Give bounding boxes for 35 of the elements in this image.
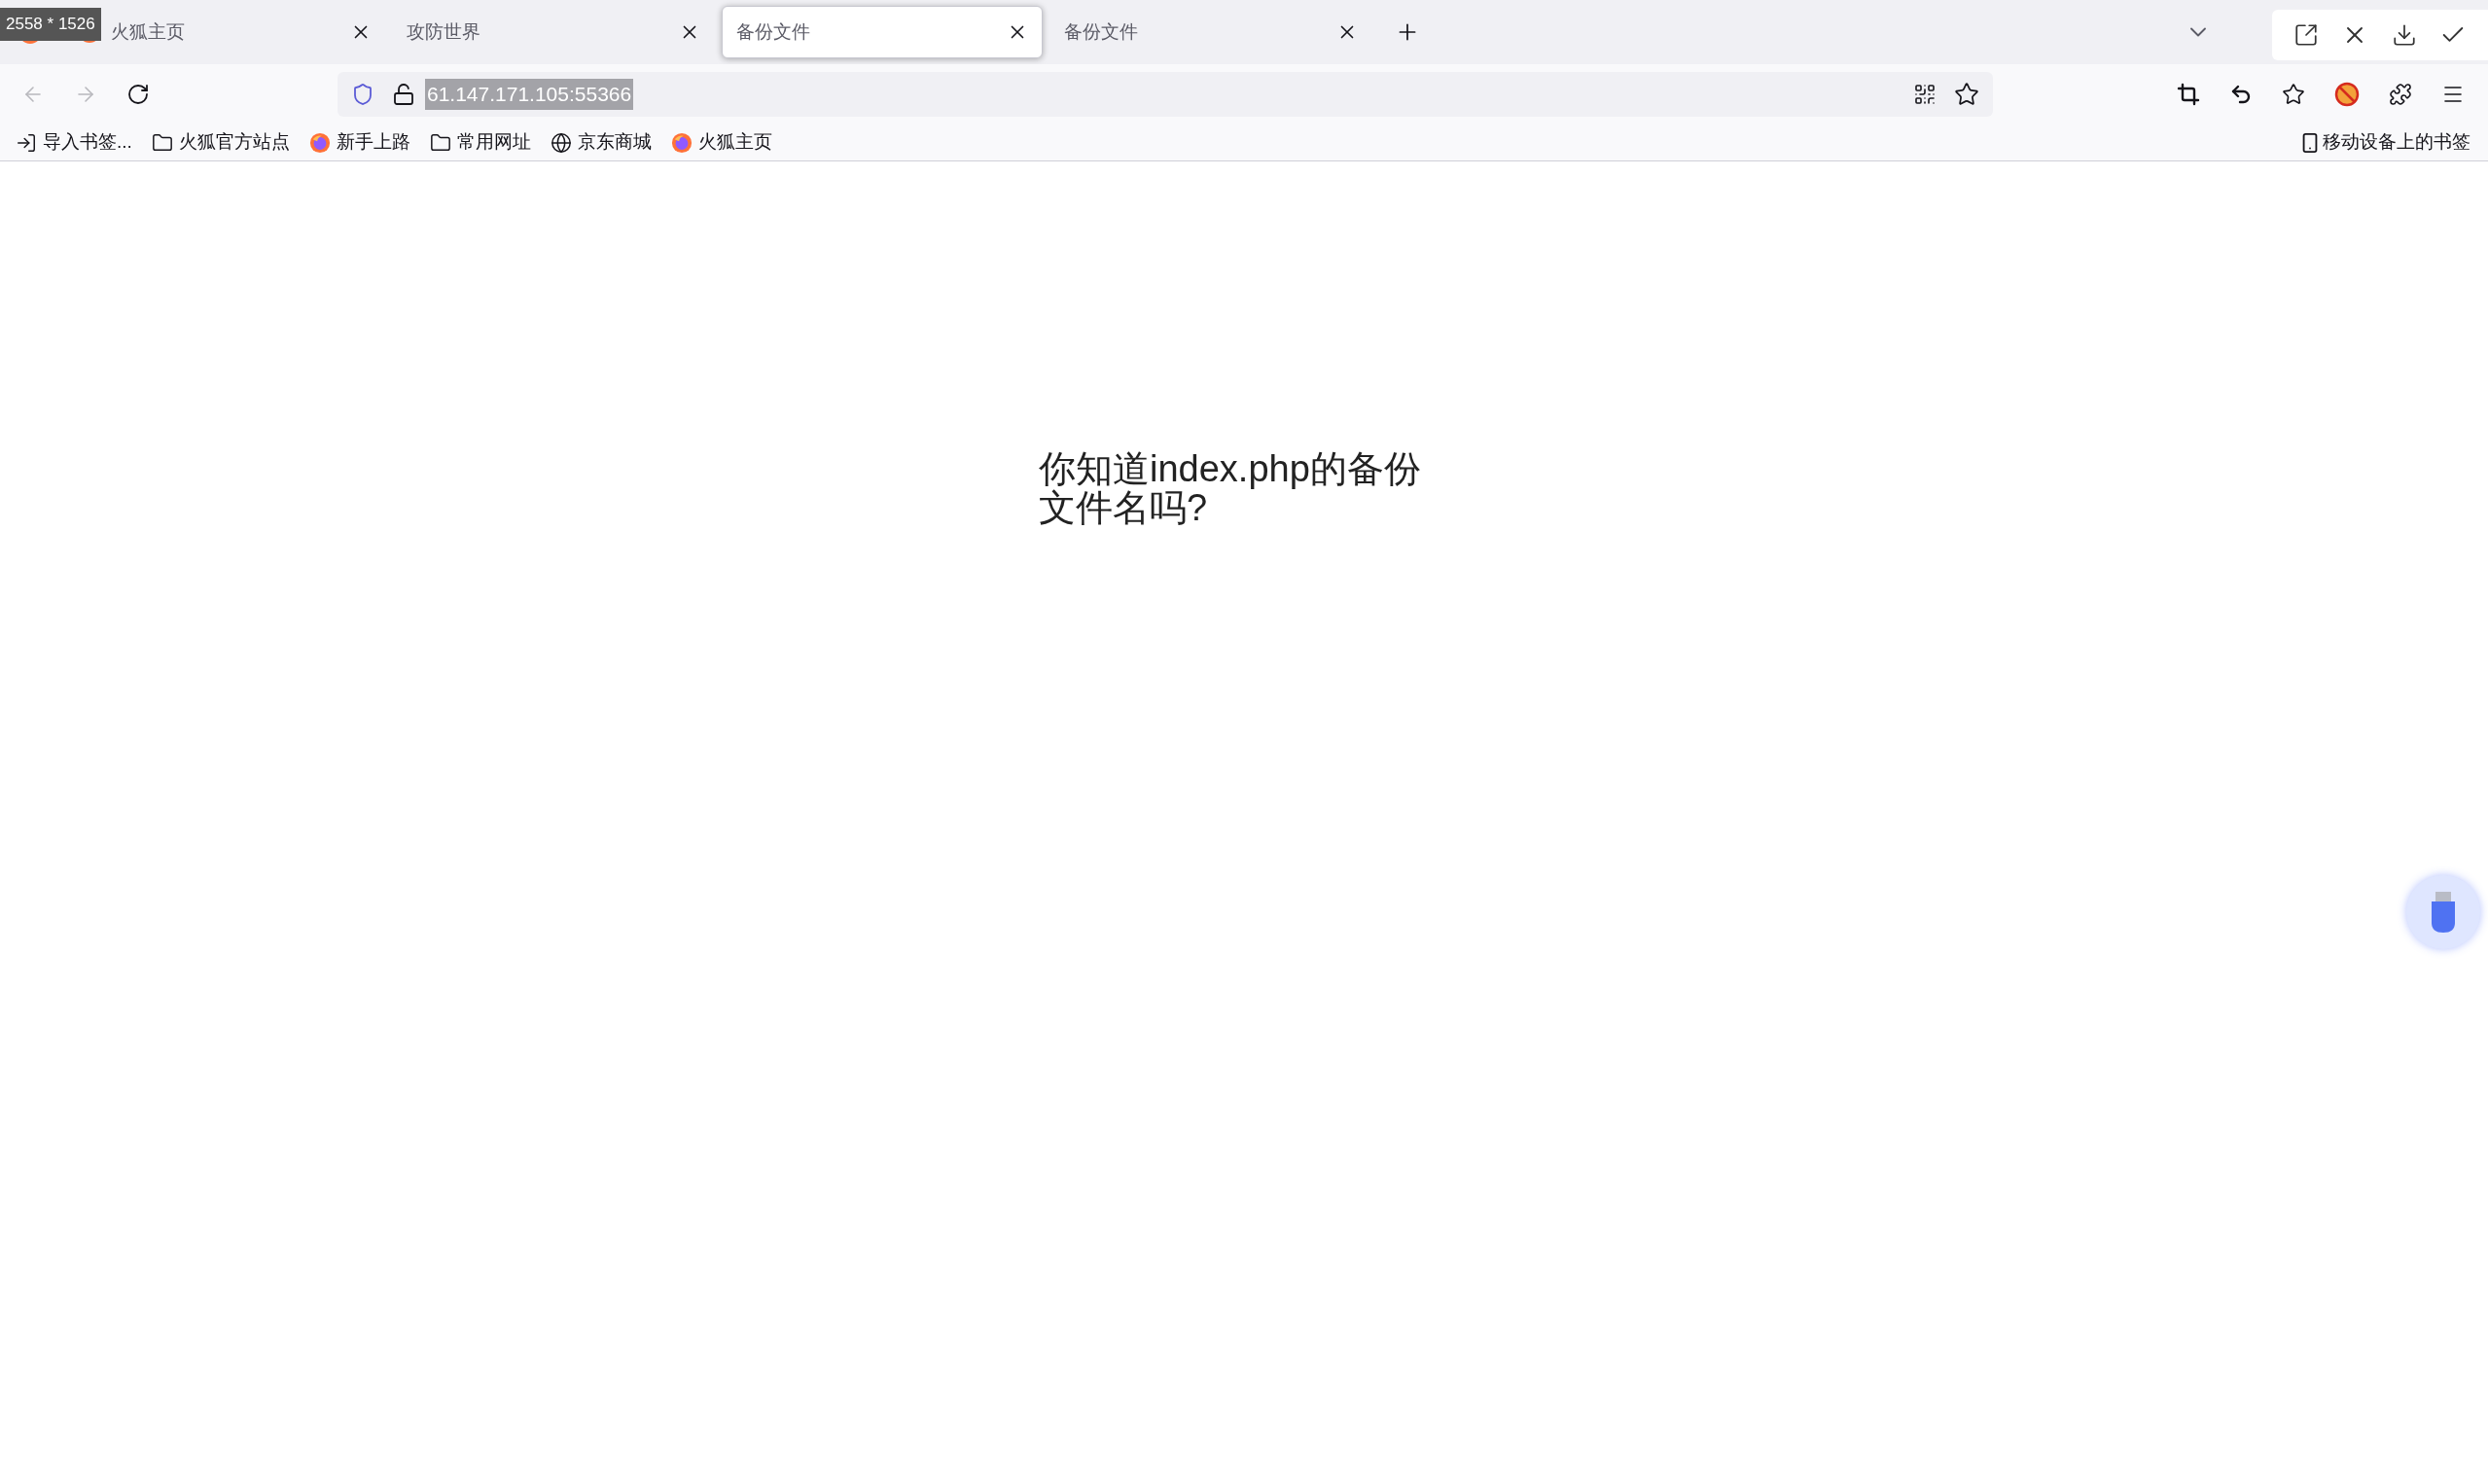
qr-code-icon[interactable] [1913, 83, 1937, 106]
browser-tab[interactable]: 备份文件 [1050, 6, 1371, 58]
firefox-icon [670, 131, 693, 154]
star-icon[interactable] [1954, 82, 1979, 107]
folder-icon [429, 131, 451, 154]
bookmark-link[interactable]: 常用网址 [456, 128, 531, 157]
bookmark-link[interactable]: 新手上路 [336, 128, 410, 157]
page-heading: 你知道index.php的备份文件名吗? [1039, 449, 1422, 527]
bookmark-link[interactable]: 火狐主页 [697, 128, 772, 157]
tab-title: 攻防世界 [407, 19, 481, 44]
shield-icon[interactable] [351, 83, 374, 106]
crop-icon[interactable] [2177, 83, 2200, 106]
bookmark-link[interactable]: 移动设备上的书签 [2323, 128, 2470, 157]
star-icon[interactable] [2282, 83, 2305, 106]
url-text: 61.147.171.105:55366 [425, 79, 634, 110]
extensions-icon[interactable] [2389, 83, 2412, 106]
usb-drive-icon [2430, 892, 2457, 933]
browser-tab[interactable]: 备份文件 [722, 6, 1043, 58]
capture-size-tooltip: 2558 * 1526 [0, 8, 101, 41]
blocked-icon[interactable] [2334, 82, 2360, 107]
tab-title: 火狐主页 [111, 19, 186, 44]
tab-title: 备份文件 [1064, 19, 1139, 44]
undo-icon[interactable] [2229, 83, 2253, 106]
lock-icon[interactable] [392, 83, 415, 106]
bookmark-link[interactable]: 导入书签... [43, 128, 132, 157]
globe-icon [550, 131, 572, 154]
bookmark-link[interactable]: 京东商城 [577, 128, 652, 157]
folder-icon [151, 131, 173, 154]
browser-tab[interactable]: 攻防世界 [393, 6, 714, 58]
firefox-icon [308, 131, 331, 154]
bookmark-link[interactable]: 火狐官方站点 [178, 128, 290, 157]
import-icon [16, 131, 37, 154]
reload-icon[interactable] [126, 83, 150, 106]
tab-title: 备份文件 [736, 19, 811, 44]
download-icon[interactable] [2391, 22, 2417, 48]
